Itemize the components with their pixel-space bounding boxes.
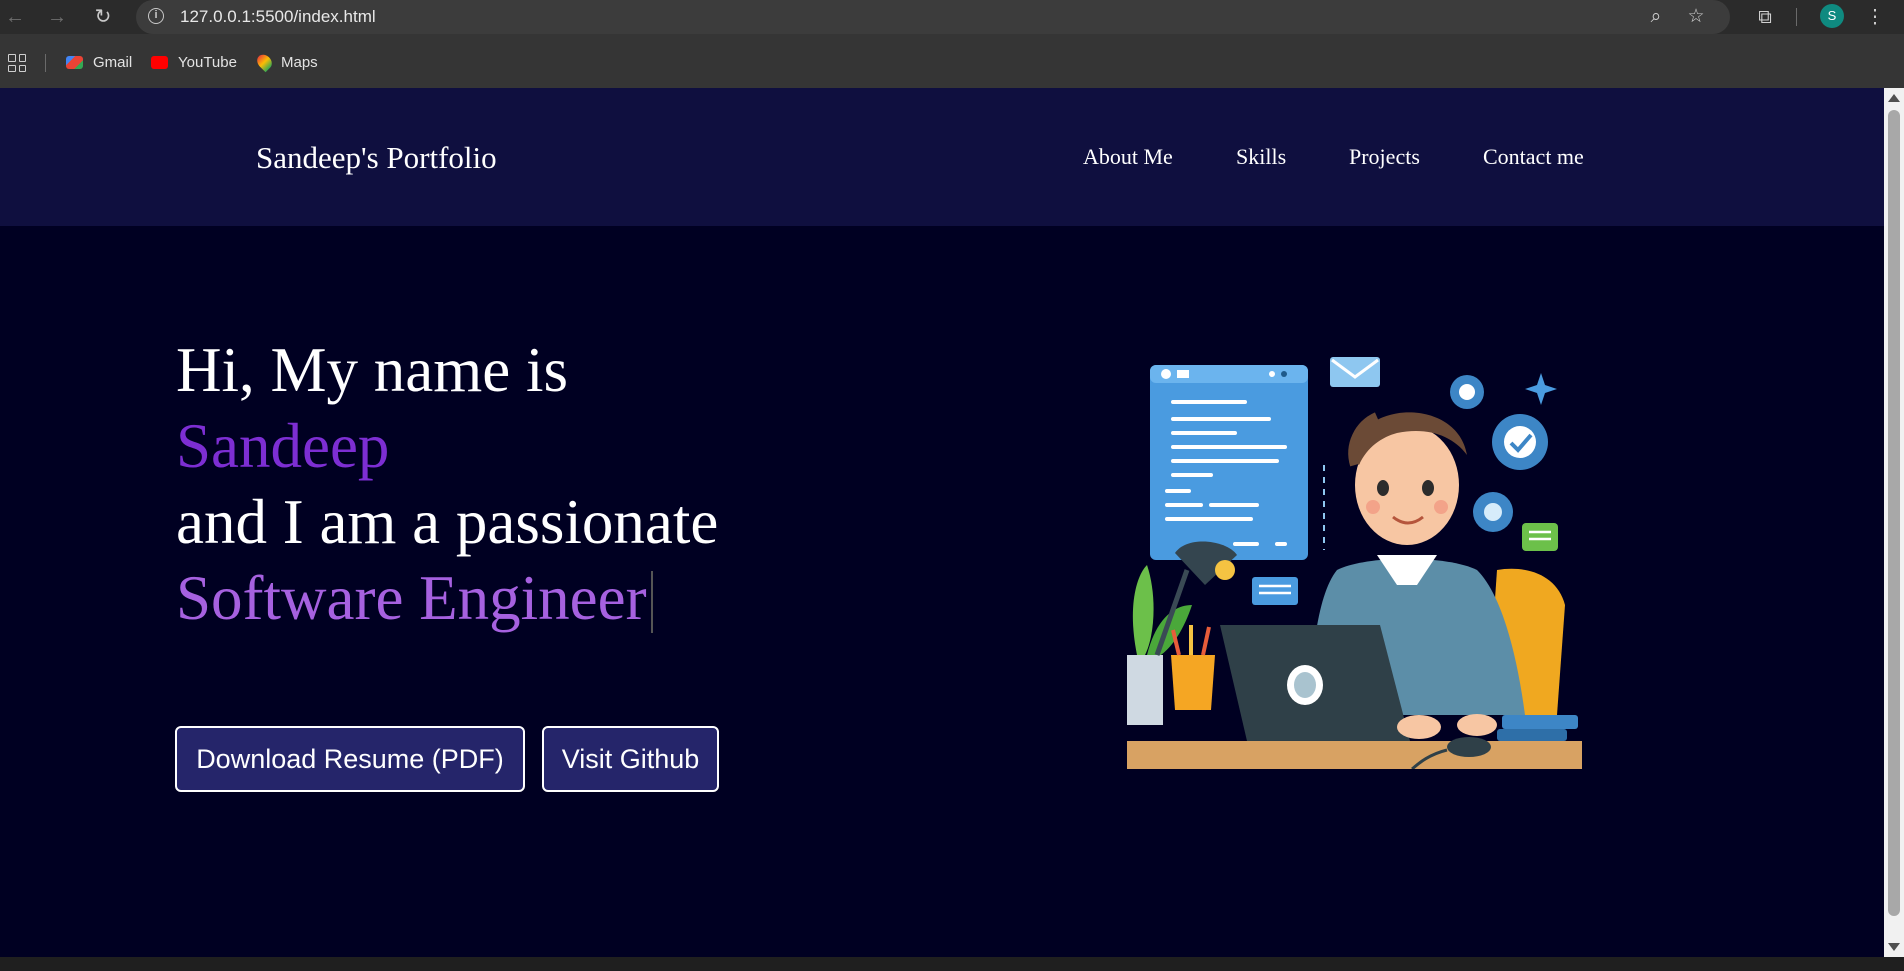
nav-skills[interactable]: Skills [1236, 144, 1286, 170]
gmail-icon [66, 55, 83, 69]
visit-github-button[interactable]: Visit Github [542, 726, 719, 792]
bookmark-label: Maps [281, 53, 318, 71]
toolbar-divider [1796, 8, 1797, 26]
forward-icon[interactable]: → [44, 4, 70, 30]
site-brand[interactable]: Sandeep's Portfolio [256, 140, 497, 176]
nav-projects[interactable]: Projects [1349, 144, 1420, 170]
envelope-shape [1330, 357, 1380, 387]
extensions-icon[interactable]: ⧉ [1752, 5, 1778, 31]
menu-kebab-icon[interactable]: ⋮ [1862, 5, 1888, 31]
hero-passion-line: and I am a passionate [176, 487, 719, 557]
bookmark-star-icon[interactable]: ☆ [1684, 5, 1708, 29]
scroll-down-arrow-icon[interactable] [1888, 943, 1900, 951]
hero-intro-line: Hi, My name is [176, 335, 568, 405]
site-info-icon[interactable]: i [148, 8, 164, 24]
developer-illustration [1127, 357, 1582, 769]
youtube-icon [151, 55, 168, 69]
site-header: Sandeep's Portfolio About Me Skills Proj… [0, 88, 1884, 226]
address-bar[interactable]: i 127.0.0.1:5500/index.html ⌕ ☆ [136, 0, 1730, 34]
browser-chrome: ← → ↻ i 127.0.0.1:5500/index.html ⌕ ☆ ⧉ … [0, 0, 1904, 88]
hero-name: Sandeep [176, 411, 390, 481]
hero-role: Software Engineer [176, 563, 647, 633]
scroll-thumb[interactable] [1888, 110, 1900, 916]
back-icon[interactable]: ← [2, 4, 28, 30]
nav-about-me[interactable]: About Me [1083, 144, 1173, 170]
address-url[interactable]: 127.0.0.1:5500/index.html [180, 7, 376, 27]
maps-icon [254, 51, 275, 73]
browser-toolbar: ← → ↻ i 127.0.0.1:5500/index.html ⌕ ☆ ⧉ … [0, 0, 1904, 34]
hero-heading: Hi, My name is Sandeep and I am a passio… [176, 332, 718, 636]
bookmark-label: Gmail [93, 53, 133, 71]
os-taskbar [0, 957, 1904, 971]
reload-icon[interactable]: ↻ [90, 4, 116, 30]
scroll-up-arrow-icon[interactable] [1888, 94, 1900, 102]
bookmarks-divider [45, 54, 46, 72]
download-resume-button[interactable]: Download Resume (PDF) [175, 726, 525, 792]
zoom-icon[interactable]: ⌕ [1644, 5, 1668, 29]
bookmarks-bar: Gmail YouTube Maps [0, 48, 1904, 76]
desk-shape [1127, 741, 1582, 769]
nav-contact-me[interactable]: Contact me [1483, 144, 1584, 170]
bookmark-maps[interactable]: Maps [254, 48, 318, 76]
page-scrollbar[interactable] [1884, 88, 1904, 957]
bookmark-youtube[interactable]: YouTube [151, 48, 237, 76]
bookmark-label: YouTube [178, 53, 237, 71]
profile-avatar[interactable]: S [1820, 4, 1844, 28]
bookmark-gmail[interactable]: Gmail [66, 48, 132, 76]
typing-cursor [650, 571, 653, 633]
hero-role-line: Software Engineer [176, 560, 718, 636]
apps-grid-icon[interactable] [8, 54, 26, 72]
